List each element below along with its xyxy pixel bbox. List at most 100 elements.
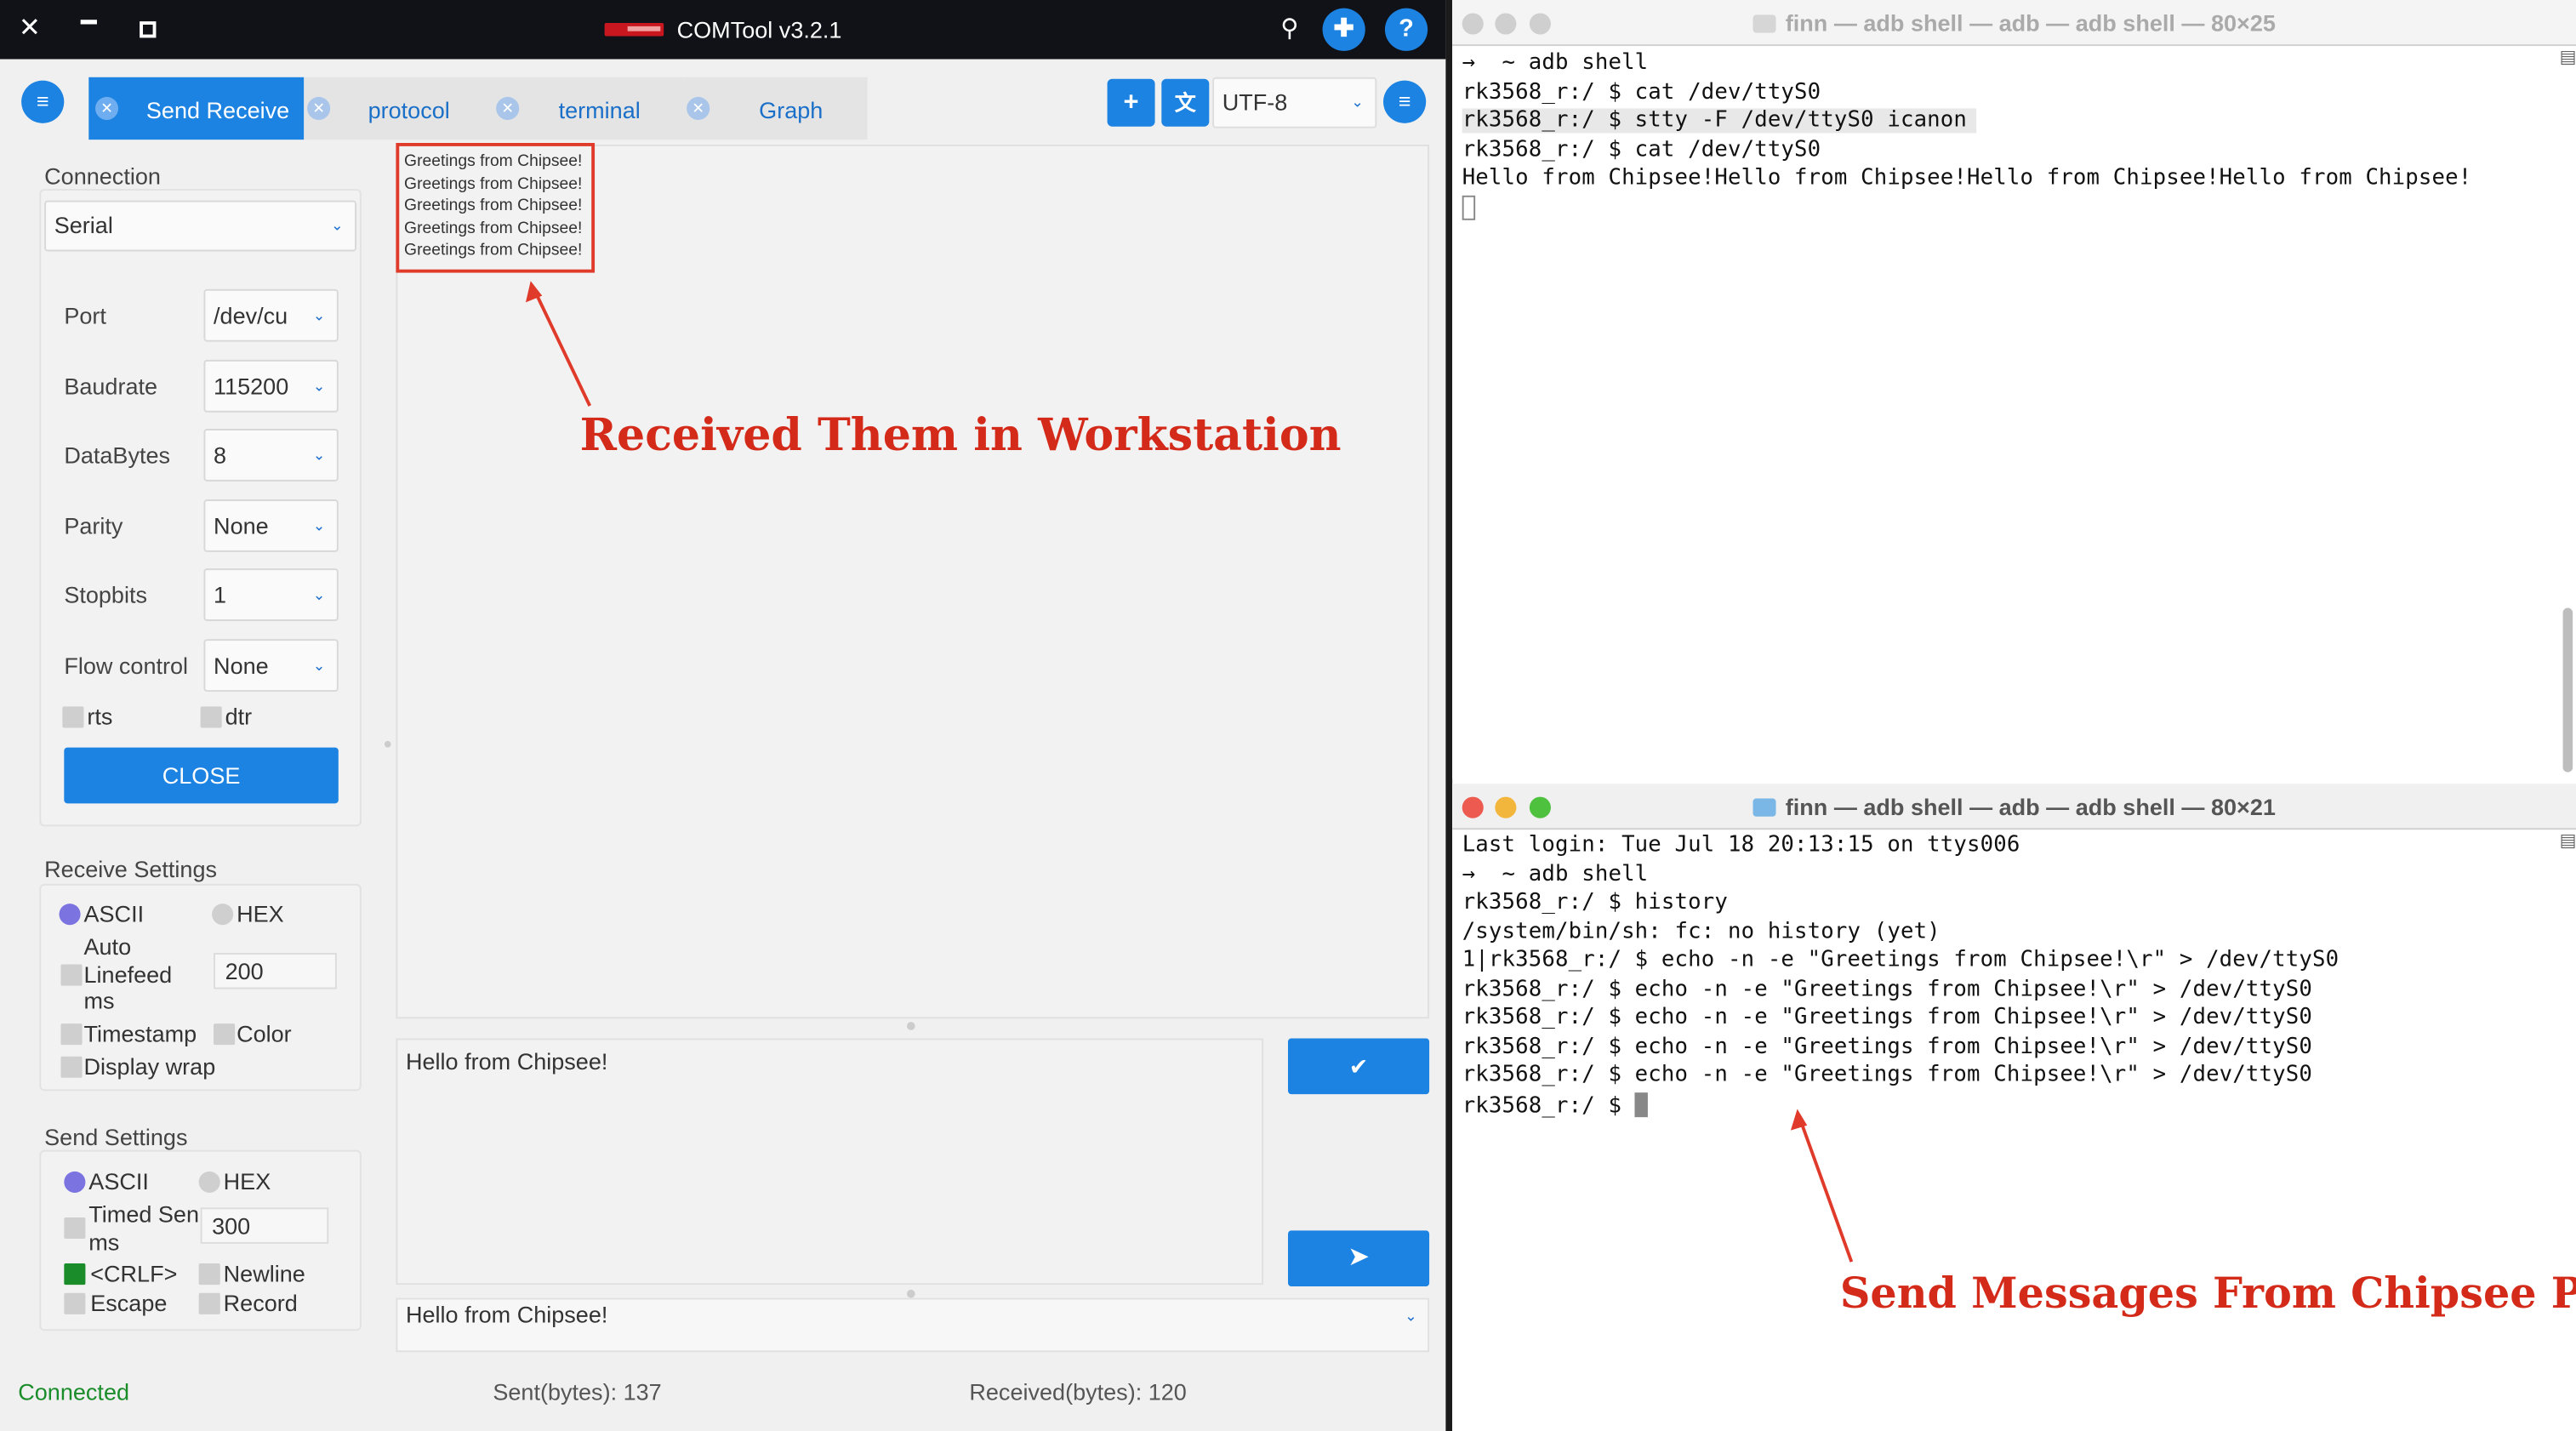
close-light[interactable] — [1462, 13, 1484, 35]
pin-icon[interactable]: ⚲ — [1274, 13, 1307, 46]
add-tab-button[interactable]: + — [1107, 78, 1155, 127]
minimize-light[interactable] — [1495, 796, 1517, 818]
app-logo — [604, 23, 664, 37]
send-hex-radio[interactable] — [198, 1171, 220, 1193]
flow-control-select[interactable]: None ⌄ — [203, 639, 339, 692]
port-select[interactable]: /dev/cu ⌄ — [203, 288, 339, 342]
timestamp-checkbox[interactable] — [60, 1023, 83, 1046]
baudrate-label: Baudrate — [64, 373, 158, 400]
color-checkbox[interactable] — [214, 1023, 236, 1046]
tab-protocol[interactable]: ✕ protocol — [304, 77, 493, 140]
stopbits-select[interactable]: 1 ⌄ — [203, 568, 339, 621]
send-settings-title: Send Settings — [44, 1123, 188, 1150]
terminal-line: /system/bin/sh: fc: no history (yet) — [1462, 920, 1941, 945]
tab-terminal[interactable]: ✕ terminal — [493, 77, 684, 140]
send-history-value: Hello from Chipsee! — [405, 1301, 608, 1328]
clear-button[interactable]: ✔ — [1287, 1038, 1430, 1095]
auto-linefeed-ms-input[interactable]: 200 — [214, 953, 337, 989]
flow-control-value: None — [214, 652, 269, 679]
zoom-light[interactable] — [1529, 13, 1551, 35]
receive-hex-radio[interactable] — [212, 904, 234, 926]
rts-checkbox[interactable] — [62, 706, 84, 728]
terminal-top-titlebar: finn — adb shell — adb — adb shell — 80×… — [1452, 0, 2576, 47]
connection-type-select[interactable]: Serial ⌄ — [44, 200, 357, 252]
terminal-bottom[interactable]: finn — adb shell — adb — adb shell — 80×… — [1452, 784, 2576, 1431]
escape-checkbox[interactable] — [64, 1292, 86, 1314]
receive-ascii-label: ASCII — [83, 900, 145, 927]
timed-send-checkbox[interactable] — [64, 1217, 86, 1240]
crlf-checkbox[interactable] — [64, 1263, 86, 1286]
newline-checkbox[interactable] — [198, 1263, 220, 1286]
encoding-select[interactable]: UTF-8 ⌄ — [1212, 77, 1377, 128]
tab-label: Graph — [759, 96, 824, 123]
tab-close-icon[interactable]: ✕ — [496, 96, 520, 120]
dtr-label: dtr — [225, 703, 253, 730]
tab-graph[interactable]: ✕ Graph — [683, 77, 868, 140]
chevron-down-icon: ⌄ — [1351, 94, 1364, 111]
scroll-icon: ▤ — [2559, 48, 2576, 68]
terminal-line: rk3568_r:/ $ echo -n -e "Greetings from … — [1462, 1035, 2312, 1060]
splitter-handle[interactable] — [384, 740, 391, 748]
dtr-checkbox[interactable] — [200, 706, 222, 728]
terminal-line: Last login: Tue Jul 18 20:13:15 on ttys0… — [1462, 833, 2020, 858]
chevron-down-icon: ⌄ — [331, 216, 344, 234]
receive-ascii-radio[interactable] — [59, 904, 81, 926]
parity-select[interactable]: None ⌄ — [203, 499, 339, 552]
comtool-window: ✕ ━ COMTool v3.2.1 ⚲ ✚ ? ≡ ✕ Send Receiv… — [0, 0, 1446, 1431]
tab-close-icon[interactable]: ✕ — [95, 96, 119, 120]
timed-send-label: Timed Sen ms — [88, 1201, 199, 1256]
baudrate-select[interactable]: 115200 ⌄ — [203, 359, 339, 413]
send-button[interactable]: ➤ — [1287, 1230, 1430, 1287]
newline-label: Newline — [223, 1260, 305, 1287]
terminal-top[interactable]: finn — adb shell — adb — adb shell — 80×… — [1452, 0, 2576, 779]
tab-close-icon[interactable]: ✕ — [687, 96, 710, 120]
rts-label: rts — [87, 703, 113, 730]
annotation-workstation: Received Them in Workstation — [579, 410, 1342, 462]
close-port-button[interactable]: CLOSE — [64, 747, 339, 804]
minimize-icon[interactable]: ━ — [72, 9, 105, 42]
auto-linefeed-label-line: Auto — [83, 932, 132, 960]
auto-linefeed-checkbox[interactable] — [60, 964, 83, 986]
title-bar: ✕ ━ COMTool v3.2.1 ⚲ ✚ ? — [0, 0, 1446, 60]
escape-label: Escape — [90, 1289, 168, 1316]
send-input-text: Hello from Chipsee! — [405, 1048, 608, 1075]
menu-icon[interactable]: ≡ — [21, 80, 65, 123]
chevron-down-icon: ⌄ — [312, 378, 326, 395]
send-ascii-radio[interactable] — [64, 1171, 86, 1193]
tab-send-receive[interactable]: ✕ Send Receive — [88, 77, 305, 140]
close-window-icon[interactable]: ✕ — [13, 13, 46, 46]
close-light[interactable] — [1462, 796, 1484, 818]
terminal-bottom-titlebar: finn — adb shell — adb — adb shell — 80×… — [1452, 784, 2576, 830]
stopbits-label: Stopbits — [64, 581, 148, 608]
tab-close-icon[interactable]: ✕ — [307, 96, 331, 120]
annotation-arrow — [1790, 1109, 1854, 1263]
scrollbar-thumb[interactable] — [2562, 607, 2573, 773]
cursor — [1462, 195, 1476, 220]
timed-send-ms-input[interactable]: 300 — [200, 1207, 329, 1244]
splitter-handle[interactable] — [906, 1289, 915, 1298]
minimize-light[interactable] — [1495, 13, 1517, 35]
zoom-light[interactable] — [1529, 796, 1551, 818]
terminal-prompt: rk3568_r:/ $ — [1462, 1094, 1635, 1120]
timed-send-label-line: Timed Sen — [88, 1200, 200, 1228]
help-icon[interactable]: ? — [1384, 8, 1428, 51]
databytes-select[interactable]: 8 ⌄ — [203, 429, 339, 482]
flow-control-label: Flow control — [64, 652, 189, 679]
maximize-icon[interactable] — [131, 13, 164, 46]
send-input[interactable] — [396, 1038, 1264, 1286]
skin-icon[interactable]: ✚ — [1322, 8, 1365, 51]
terminal-line: rk3568_r:/ $ stty -F /dev/ttyS0 icanon — [1462, 108, 1977, 134]
crlf-label: <CRLF> — [90, 1260, 178, 1287]
parity-value: None — [214, 512, 269, 539]
highlight-box — [396, 143, 596, 273]
status-received-bytes: Received(bytes): 120 — [969, 1378, 1187, 1405]
translate-button[interactable]: 文 — [1161, 78, 1210, 127]
window-divider — [1445, 0, 1453, 1431]
color-label: Color — [237, 1020, 292, 1047]
terminal-cursor-line — [1462, 195, 1476, 222]
record-checkbox[interactable] — [198, 1292, 220, 1314]
display-wrap-checkbox[interactable] — [60, 1056, 83, 1078]
settings-menu-icon[interactable]: ≡ — [1383, 80, 1427, 123]
splitter-handle[interactable] — [906, 1022, 915, 1030]
auto-linefeed-label-line: ms — [83, 987, 115, 1014]
